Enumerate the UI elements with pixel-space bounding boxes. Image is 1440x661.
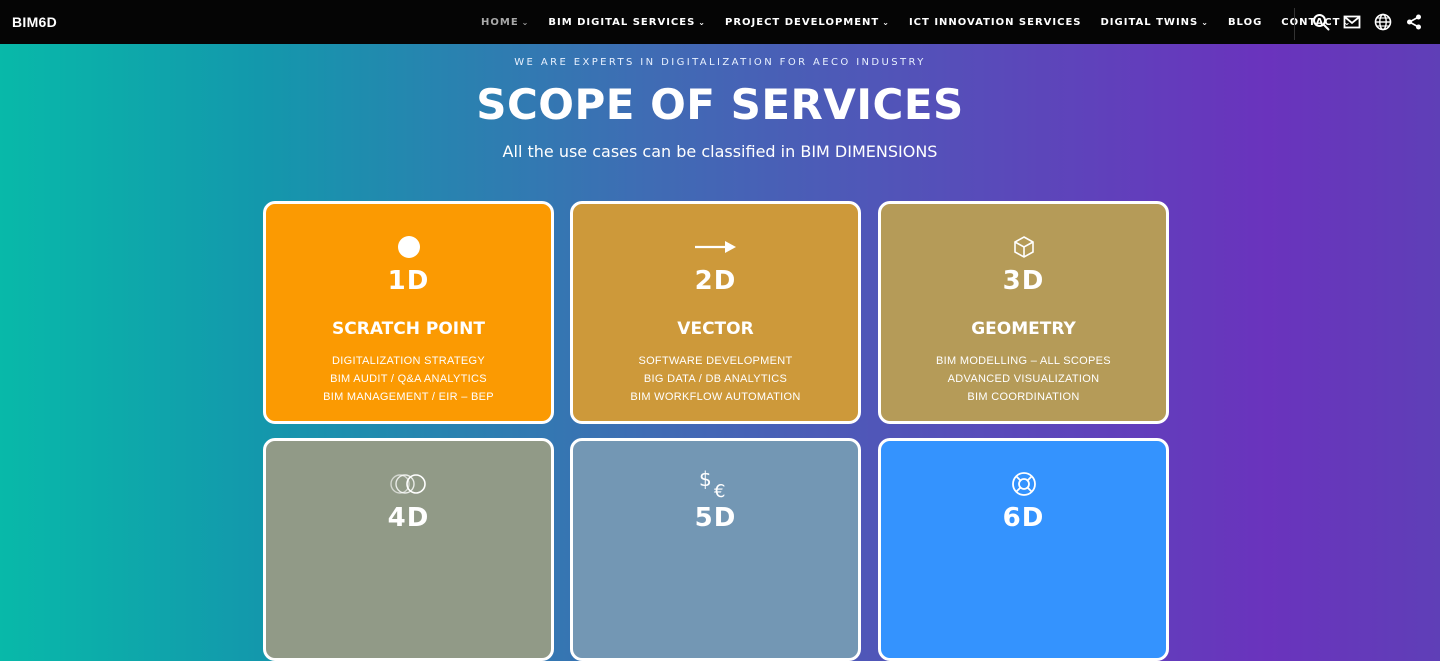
- nav-item-home[interactable]: HOME ⌄: [481, 17, 529, 28]
- service-card-3d[interactable]: 3D GEOMETRY BIM MODELLING – ALL SCOPES A…: [878, 201, 1169, 424]
- nav-icon-group: [1312, 13, 1436, 31]
- cube-icon: [881, 234, 1166, 260]
- card-service-list: BIM MODELLING – ALL SCOPES ADVANCED VISU…: [881, 352, 1166, 406]
- svg-text:€: €: [714, 481, 725, 499]
- nav-item-digital-twins[interactable]: DIGITAL TWINS ⌄: [1101, 17, 1209, 28]
- arrow-right-icon: [573, 234, 858, 260]
- card-service-list: DIGITALIZATION STRATEGY BIM AUDIT / Q&A …: [266, 352, 551, 406]
- nav-item-bim-digital-services[interactable]: BIM DIGITAL SERVICES ⌄: [548, 17, 706, 28]
- card-service-item: BIM COORDINATION: [967, 391, 1080, 403]
- card-service-item: BIM MODELLING – ALL SCOPES: [936, 355, 1111, 367]
- top-navbar: BIM6D HOME ⌄ BIM DIGITAL SERVICES ⌄ PROJEC…: [0, 0, 1440, 44]
- nav-label-ict-innovation-services: ICT INNOVATION SERVICES: [908, 16, 1082, 28]
- card-service-item: BIG DATA / DB ANALYTICS: [643, 373, 788, 385]
- service-card-1d[interactable]: 1D SCRATCH POINT DIGITALIZATION STRATEGY…: [263, 201, 554, 424]
- overlapping-circles-icon: [266, 471, 551, 497]
- card-title: GEOMETRY: [971, 319, 1076, 339]
- service-card-5d[interactable]: $ € 5D: [570, 438, 861, 661]
- nav-label-bim-digital-services: BIM DIGITAL SERVICES: [548, 16, 696, 28]
- nav-label-digital-twins: DIGITAL TWINS: [1100, 16, 1199, 28]
- brand-logo[interactable]: BIM6D: [12, 14, 57, 30]
- globe-icon[interactable]: [1374, 13, 1392, 31]
- main-menu: HOME ⌄ BIM DIGITAL SERVICES ⌄ PROJECT DEVE…: [481, 0, 1370, 44]
- page-title: SCOPE OF SERVICES: [476, 80, 964, 129]
- search-icon[interactable]: [1312, 13, 1330, 31]
- nav-item-project-development[interactable]: PROJECT DEVELOPMENT ⌄: [725, 17, 890, 28]
- svg-text:$: $: [699, 469, 712, 491]
- currency-icon: $ €: [573, 469, 858, 499]
- nav-item-ict-innovation-services[interactable]: ICT INNOVATION SERVICES: [909, 17, 1082, 28]
- chevron-down-icon: ⌄: [521, 17, 530, 27]
- hero-subtitle: All the use cases can be classified in B…: [502, 142, 938, 161]
- nav-label-home: HOME: [481, 16, 519, 28]
- card-service-item: BIM WORKFLOW AUTOMATION: [630, 391, 801, 403]
- mail-icon[interactable]: [1343, 13, 1361, 31]
- card-dimension: 2D: [694, 266, 737, 296]
- card-dimension: 1D: [387, 266, 430, 296]
- service-card-4d[interactable]: 4D: [263, 438, 554, 661]
- card-title: VECTOR: [677, 319, 754, 339]
- chevron-down-icon: ⌄: [1201, 17, 1209, 27]
- hero-tagline: WE ARE EXPERTS IN DIGITALIZATION FOR AEC…: [514, 57, 926, 68]
- card-service-list: SOFTWARE DEVELOPMENT BIG DATA / DB ANALY…: [573, 352, 858, 406]
- service-card-6d[interactable]: 6D: [878, 438, 1169, 661]
- point-icon: [266, 234, 551, 260]
- nav-item-blog[interactable]: BLOG: [1228, 17, 1262, 28]
- nav-label-blog: BLOG: [1227, 16, 1263, 28]
- card-dimension: 6D: [1002, 503, 1045, 533]
- card-service-item: ADVANCED VISUALIZATION: [947, 373, 1100, 385]
- chevron-down-icon: ⌄: [698, 17, 706, 27]
- card-service-item: BIM AUDIT / Q&A ANALYTICS: [330, 373, 487, 385]
- card-dimension: 5D: [694, 503, 737, 533]
- card-dimension: 4D: [387, 503, 430, 533]
- share-icon[interactable]: [1405, 13, 1423, 31]
- card-title: SCRATCH POINT: [332, 319, 485, 339]
- nav-divider: [1294, 8, 1295, 40]
- card-service-item: SOFTWARE DEVELOPMENT: [638, 355, 793, 367]
- card-service-item: BIM MANAGEMENT / EIR – BEP: [323, 391, 494, 403]
- lifebuoy-icon: [881, 471, 1166, 497]
- card-dimension: 3D: [1002, 266, 1045, 296]
- service-card-2d[interactable]: 2D VECTOR SOFTWARE DEVELOPMENT BIG DATA …: [570, 201, 861, 424]
- nav-label-project-development: PROJECT DEVELOPMENT: [725, 16, 880, 28]
- card-service-item: DIGITALIZATION STRATEGY: [332, 355, 485, 367]
- chevron-down-icon: ⌄: [882, 17, 890, 27]
